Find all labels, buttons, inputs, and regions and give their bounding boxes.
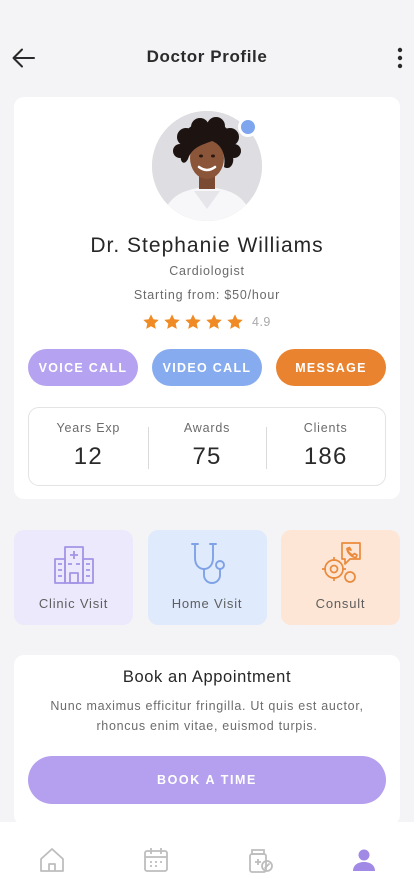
online-status-dot: [238, 117, 258, 137]
stat-years-exp: Years Exp 12: [29, 408, 148, 485]
star-icon: [227, 314, 243, 329]
specialty-text: Cardiologist: [169, 264, 245, 278]
rating-value: 4.9: [252, 315, 271, 329]
voice-call-button[interactable]: VOICE CALL: [28, 349, 138, 386]
service-label: Consult: [315, 596, 366, 611]
more-options-icon[interactable]: [394, 44, 406, 72]
stat-clients: Clients 186: [266, 408, 385, 485]
calendar-icon[interactable]: [142, 846, 170, 874]
page-title: Doctor Profile: [146, 47, 268, 66]
video-call-button[interactable]: VIDEO CALL: [152, 349, 262, 386]
service-label: Home Visit: [171, 596, 243, 611]
consult-card[interactable]: Consult: [281, 530, 400, 625]
star-icon: [143, 314, 159, 329]
doctor-name: Dr. Stephanie Williams: [90, 234, 324, 257]
book-a-time-button[interactable]: BOOK A TIME: [28, 756, 386, 804]
doctor-price: Starting from: $50/hour: [133, 288, 281, 302]
stethoscope-icon: [190, 543, 225, 584]
profile-icon[interactable]: [350, 846, 378, 874]
stat-label: Years Exp: [56, 421, 121, 435]
avatar-container: [152, 111, 262, 221]
home-icon[interactable]: [38, 846, 66, 874]
booking-card: Book an Appointment Nunc maximus efficit…: [14, 655, 400, 825]
hospital-icon: [54, 546, 94, 584]
stat-value: 12: [73, 443, 103, 470]
star-icon: [206, 314, 222, 329]
stat-label: Clients: [303, 421, 348, 435]
star-icon: [164, 314, 180, 329]
stat-awards: Awards 75: [147, 408, 267, 485]
profile-card: Dr. Stephanie Williams Cardiologist Star…: [14, 97, 400, 499]
bottom-tab-bar: [0, 822, 414, 896]
service-options: Clinic Visit Home Visit Consult: [14, 530, 400, 625]
rating: 4.9: [142, 313, 271, 331]
consult-icon: [322, 542, 361, 583]
clinic-visit-card[interactable]: Clinic Visit: [14, 530, 133, 625]
star-icon: [185, 314, 201, 329]
home-visit-card[interactable]: Home Visit: [147, 530, 267, 625]
contact-actions: VOICE CALL VIDEO CALL MESSAGE: [28, 349, 386, 386]
service-label: Clinic Visit: [38, 596, 109, 611]
medical-records-icon[interactable]: [246, 846, 274, 874]
message-button[interactable]: MESSAGE: [276, 349, 386, 386]
stat-label: Awards: [183, 421, 231, 435]
stat-value: 75: [192, 443, 222, 470]
doctor-specialty: Cardiologist: [14, 265, 400, 278]
stats-panel: Years Exp 12 Awards 75 Clients 186: [28, 407, 386, 486]
app-header: Doctor Profile: [0, 0, 414, 96]
booking-description: Nunc maximus efficitur fringilla. Ut qui…: [50, 699, 364, 733]
stat-value: 186: [303, 443, 348, 470]
booking-title: Book an Appointment: [122, 668, 292, 686]
